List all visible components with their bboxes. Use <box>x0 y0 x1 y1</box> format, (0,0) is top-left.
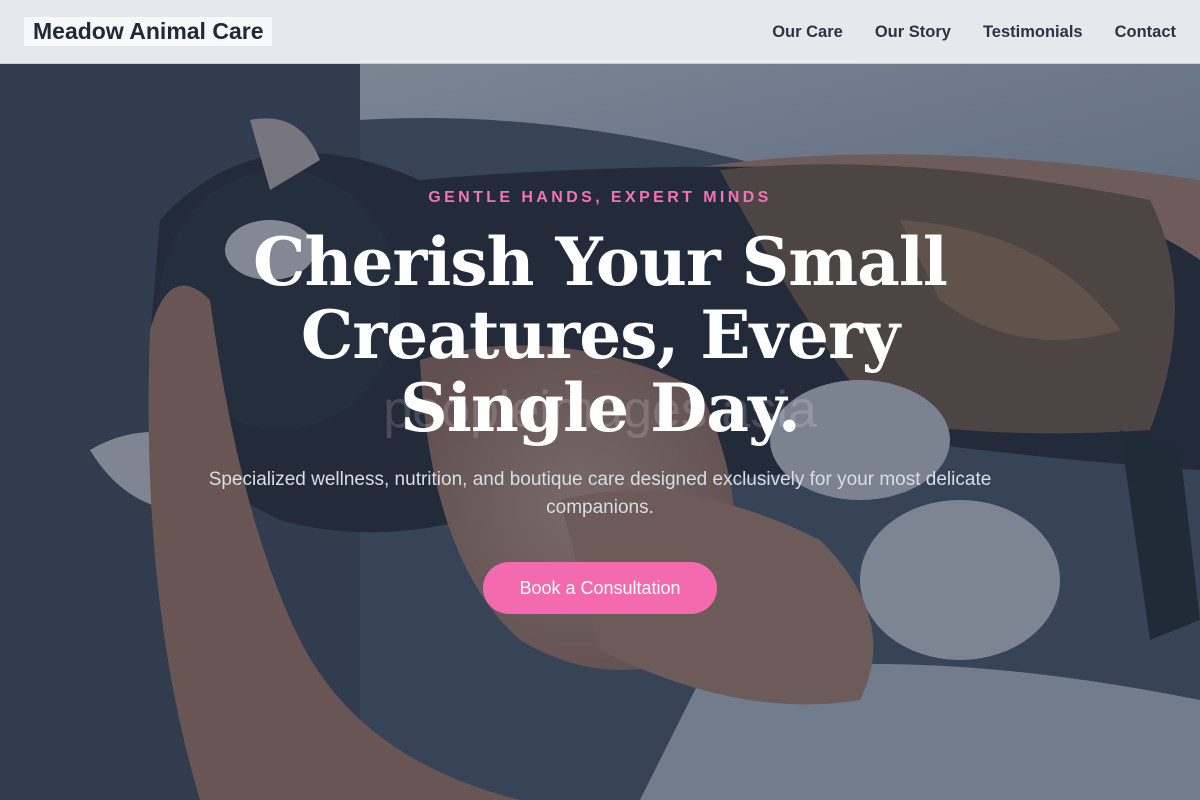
hero-eyebrow: GENTLE HANDS, EXPERT MINDS <box>428 189 772 206</box>
hero-section: peopleimages asia GENTLE HANDS, EXPERT M… <box>0 0 1200 800</box>
landing-page: Meadow Animal Care Our Care Our Story Te… <box>0 0 1200 800</box>
book-consultation-button[interactable]: Book a Consultation <box>483 562 717 614</box>
hero-headline: Cherish Your Small Creatures, Every Sing… <box>252 223 948 447</box>
hero-subtext: Specialized wellness, nutrition, and bou… <box>208 469 992 518</box>
